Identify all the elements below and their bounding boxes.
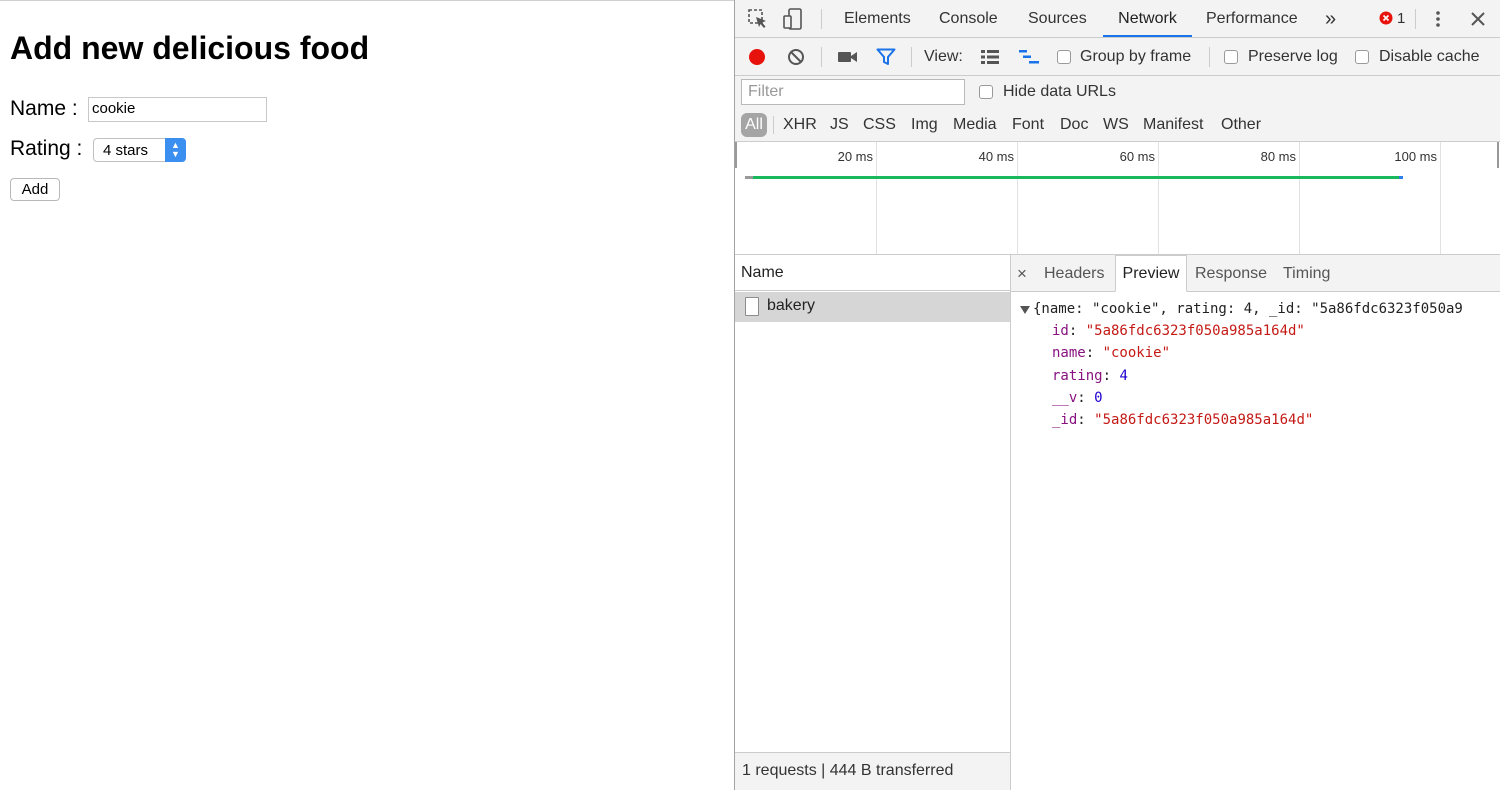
name-input[interactable]: cookie xyxy=(88,97,267,122)
waterfall-icon[interactable] xyxy=(1018,49,1040,65)
devtools-tab-bar: Elements Console Sources Network Perform… xyxy=(735,0,1500,38)
type-filter-manifest[interactable]: Manifest xyxy=(1143,115,1203,135)
type-filter-doc[interactable]: Doc xyxy=(1060,115,1088,135)
record-icon[interactable] xyxy=(748,48,766,66)
document-icon xyxy=(745,297,759,316)
request-name: bakery xyxy=(767,297,816,314)
preserve-log-label: Preserve log xyxy=(1248,48,1338,65)
view-label: View: xyxy=(924,48,963,65)
devtools-panel: Elements Console Sources Network Perform… xyxy=(734,0,1500,790)
json-field: rating: 4 xyxy=(1052,368,1128,384)
json-summary[interactable]: {name: "cookie", rating: 4, _id: "5a86fd… xyxy=(1033,300,1500,318)
tab-timing[interactable]: Timing xyxy=(1283,255,1330,291)
timeline-dom-loaded-marker xyxy=(1399,176,1403,179)
clear-icon[interactable] xyxy=(787,48,805,66)
hide-data-urls-checkbox[interactable] xyxy=(979,85,993,99)
rating-label: Rating : xyxy=(10,137,83,160)
web-page: Add new delicious food Name : cookie Rat… xyxy=(0,0,734,790)
expand-triangle-icon[interactable] xyxy=(1019,303,1031,315)
page-heading: Add new delicious food xyxy=(10,30,370,66)
tick-label: 80 ms xyxy=(1260,149,1296,164)
error-count[interactable]: 1 xyxy=(1397,0,1405,37)
filter-input[interactable]: Filter xyxy=(741,79,965,105)
type-filter-other[interactable]: Other xyxy=(1221,115,1261,135)
tab-headers[interactable]: Headers xyxy=(1044,255,1104,291)
type-filter-img[interactable]: Img xyxy=(911,115,938,135)
tab-elements[interactable]: Elements xyxy=(844,0,911,37)
name-label: Name : xyxy=(10,97,78,120)
timeline-request-bar xyxy=(753,176,1402,179)
json-field: name: "cookie" xyxy=(1052,345,1171,361)
group-by-frame-checkbox[interactable] xyxy=(1057,50,1071,64)
type-filter-ws[interactable]: WS xyxy=(1103,115,1129,135)
more-tabs-button[interactable]: » xyxy=(1325,0,1336,37)
tab-response[interactable]: Response xyxy=(1195,255,1267,291)
group-by-frame-label: Group by frame xyxy=(1080,48,1192,65)
tab-console[interactable]: Console xyxy=(939,0,998,37)
type-filter-all[interactable]: All xyxy=(741,113,767,137)
json-field: _id: "5a86fdc6323f050a985a164d" xyxy=(1052,412,1314,428)
tick-label: 100 ms xyxy=(1394,149,1437,164)
name-column-header[interactable]: Name xyxy=(735,255,1010,291)
hide-data-urls-label: Hide data URLs xyxy=(1003,83,1116,100)
kebab-menu-icon[interactable] xyxy=(1433,8,1443,30)
device-toolbar-icon[interactable] xyxy=(782,7,804,31)
requests-list: Name bakery 1 requests | 444 B transferr… xyxy=(735,255,1011,790)
network-toolbar: View: Group by frame Preserve log Disabl… xyxy=(735,38,1500,76)
detail-tab-bar: × Headers Preview Response Timing xyxy=(1011,255,1500,292)
type-filter-css[interactable]: CSS xyxy=(863,115,896,135)
tab-preview[interactable]: Preview xyxy=(1115,255,1187,292)
rating-selected-value: 4 stars xyxy=(103,142,149,159)
filter-icon[interactable] xyxy=(876,48,896,66)
timeline-overview[interactable]: 20 ms 40 ms 60 ms 80 ms 100 ms xyxy=(735,142,1500,255)
preserve-log-checkbox[interactable] xyxy=(1224,50,1238,64)
tick-label: 40 ms xyxy=(978,149,1014,164)
tick-label: 60 ms xyxy=(1119,149,1155,164)
type-filter-js[interactable]: JS xyxy=(830,115,849,135)
disable-cache-checkbox[interactable] xyxy=(1355,50,1369,64)
screenshot-camera-icon[interactable] xyxy=(837,49,859,65)
select-arrows-icon: ▲ ▼ xyxy=(165,138,186,162)
tab-sources[interactable]: Sources xyxy=(1028,0,1087,37)
add-button[interactable]: Add xyxy=(10,178,60,201)
json-field: __v: 0 xyxy=(1052,390,1103,406)
close-icon[interactable] xyxy=(1469,10,1487,28)
filter-bar: Filter Hide data URLs All XHR JS CSS Img… xyxy=(735,76,1500,142)
rating-select[interactable]: 4 stars ▲ ▼ xyxy=(93,138,186,162)
disable-cache-label: Disable cache xyxy=(1379,48,1480,65)
tab-network[interactable]: Network xyxy=(1103,0,1192,37)
tab-performance[interactable]: Performance xyxy=(1206,0,1298,37)
tick-label: 20 ms xyxy=(837,149,873,164)
large-rows-icon[interactable] xyxy=(980,49,1000,65)
network-summary: 1 requests | 444 B transferred xyxy=(735,752,1010,790)
json-field: id: "5a86fdc6323f050a985a164d" xyxy=(1052,323,1305,339)
type-filter-media[interactable]: Media xyxy=(953,115,997,135)
timeline-waiting-bar xyxy=(745,176,753,179)
request-row[interactable]: bakery xyxy=(735,292,1010,322)
request-detail: × Headers Preview Response Timing {name:… xyxy=(1011,255,1500,790)
error-icon[interactable] xyxy=(1379,11,1393,25)
inspect-element-icon[interactable] xyxy=(747,8,769,30)
type-filter-font[interactable]: Font xyxy=(1012,115,1044,135)
type-filter-xhr[interactable]: XHR xyxy=(783,115,817,135)
close-detail-button[interactable]: × xyxy=(1017,255,1027,291)
